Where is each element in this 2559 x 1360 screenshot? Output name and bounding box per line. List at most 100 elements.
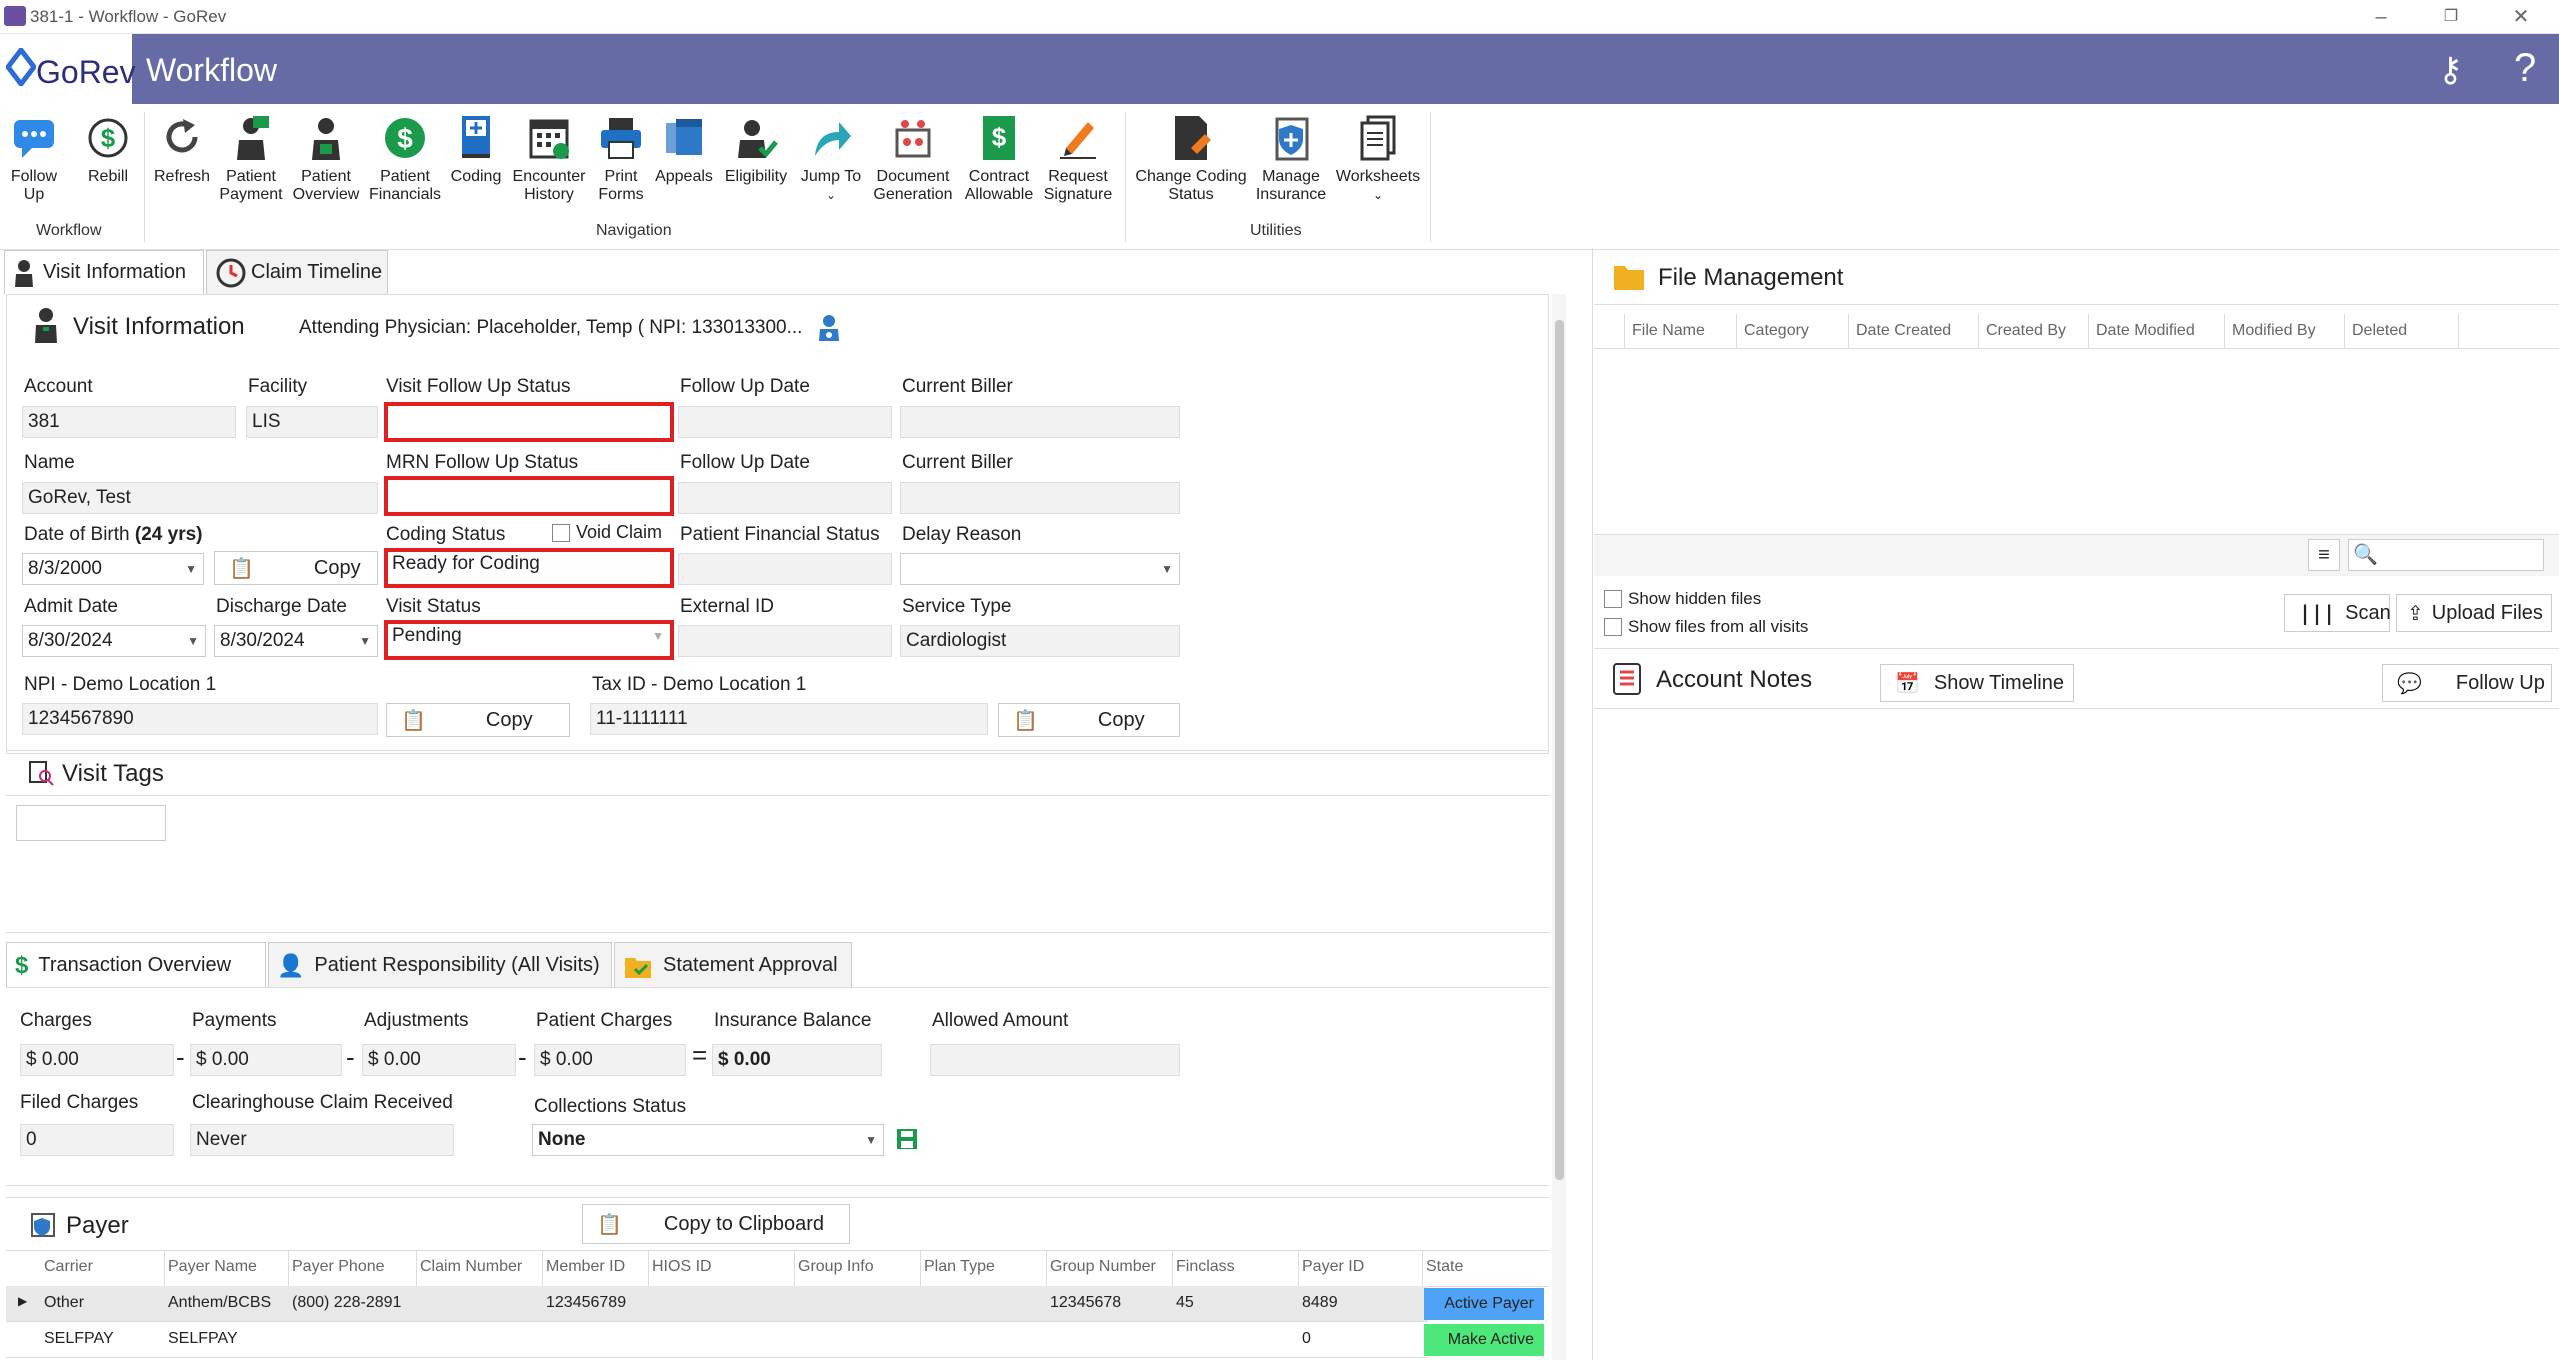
current-biller-field[interactable]	[900, 406, 1180, 438]
admit-date-field[interactable]: 8/30/2024 ▼	[22, 625, 206, 657]
print-forms-button[interactable]: Print Forms	[596, 112, 646, 204]
file-column-header[interactable]: Created By	[1986, 322, 2066, 340]
show-all-visits-checkbox[interactable]	[1604, 618, 1622, 636]
tab-statement-approval[interactable]: Statement Approval	[614, 942, 852, 988]
tab-patient-responsibility[interactable]: 👤 Patient Responsibility (All Visits)	[268, 942, 612, 988]
show-hidden-files-checkbox[interactable]	[1604, 590, 1622, 608]
file-column-header[interactable]: Deleted	[2352, 322, 2407, 340]
make-active-button[interactable]: Make Active	[1424, 1324, 1544, 1356]
column-header[interactable]: Member ID	[546, 1258, 625, 1276]
worksheets-button[interactable]: Worksheets ⌄	[1334, 112, 1422, 204]
encounter-history-button[interactable]: Encounter History	[508, 112, 590, 204]
request-signature-button[interactable]: Request Signature	[1040, 112, 1116, 204]
keys-icon[interactable]: ⚷	[2438, 50, 2463, 90]
document-generation-button[interactable]: Document Generation	[872, 112, 954, 204]
file-search-input[interactable]: 🔍	[2348, 539, 2544, 571]
ribbon-separator	[144, 112, 145, 242]
show-timeline-button[interactable]: 📅 Show Timeline	[1880, 664, 2074, 702]
tab-transaction-overview[interactable]: $ Transaction Overview	[6, 942, 266, 988]
scrollbar-thumb[interactable]	[1555, 320, 1564, 1180]
minus-operator: -	[346, 1042, 355, 1072]
help-icon[interactable]: ?	[2514, 48, 2536, 88]
visit-status-field[interactable]: Pending ▼	[384, 620, 674, 660]
service-type-field[interactable]: Cardiologist	[900, 625, 1180, 657]
account-field[interactable]: 381	[22, 406, 236, 438]
patient-overview-icon	[312, 118, 340, 160]
rebill-icon: $	[88, 118, 128, 158]
appeals-button[interactable]: Appeals	[652, 112, 716, 186]
copy-to-clipboard-button[interactable]: 📋 Copy to Clipboard	[582, 1204, 850, 1244]
tab-visit-information[interactable]: Visit Information	[4, 250, 204, 294]
row-expander-icon[interactable]: ▶	[18, 1294, 27, 1308]
column-header[interactable]: Payer Phone	[292, 1258, 385, 1276]
delay-reason-dropdown[interactable]: ▼	[900, 553, 1180, 585]
column-header[interactable]: Carrier	[44, 1258, 93, 1276]
physician-icon[interactable]	[817, 313, 841, 341]
external-id-field[interactable]	[678, 625, 892, 657]
rebill-button[interactable]: $ Rebill	[80, 112, 136, 186]
column-header[interactable]: HIOS ID	[652, 1258, 712, 1276]
copy-to-clipboard-label: Copy to Clipboard	[663, 1212, 824, 1235]
folder-check-icon	[625, 957, 651, 978]
worksheets-icon	[1360, 115, 1396, 161]
column-header[interactable]: Plan Type	[924, 1258, 995, 1276]
tax-id-field[interactable]: 11-1111111	[590, 703, 988, 735]
menu-icon[interactable]: ≡	[2308, 539, 2340, 571]
collections-status-dropdown[interactable]: None ▼	[532, 1124, 884, 1156]
left-pane-scrollbar[interactable]	[1552, 294, 1566, 1360]
tax-id-copy-button[interactable]: 📋 Copy	[998, 703, 1180, 737]
dob-field[interactable]: 8/3/2000 ▼	[22, 553, 204, 585]
coding-status-field[interactable]: Ready for Coding	[384, 548, 674, 588]
discharge-date-field[interactable]: 8/30/2024 ▼	[214, 625, 378, 657]
npi-copy-button[interactable]: 📋 Copy	[386, 703, 570, 737]
follow-up-date-field[interactable]	[678, 406, 892, 438]
eligibility-button[interactable]: Eligibility	[718, 112, 794, 186]
mrn-follow-up-date-field[interactable]	[678, 482, 892, 514]
minimize-icon[interactable]: –	[2366, 4, 2396, 30]
patient-financials-button[interactable]: $ Patient Financials	[368, 112, 442, 204]
mrn-current-biller-field[interactable]	[900, 482, 1180, 514]
jump-to-button[interactable]: Jump To ⌄	[796, 112, 866, 204]
patient-icon: 👤	[277, 952, 305, 978]
column-header[interactable]: Finclass	[1176, 1258, 1235, 1276]
column-header[interactable]: State	[1426, 1258, 1463, 1276]
column-header[interactable]: Claim Number	[420, 1258, 522, 1276]
patient-overview-button[interactable]: Patient Overview	[290, 112, 362, 204]
facility-field[interactable]: LIS	[246, 406, 378, 438]
restore-icon[interactable]: ❐	[2436, 4, 2466, 30]
name-field[interactable]: GoRev, Test	[22, 482, 378, 514]
column-header[interactable]: Group Number	[1050, 1258, 1156, 1276]
gorev-logo: GoRev	[0, 34, 136, 104]
change-coding-status-button[interactable]: Change Coding Status	[1132, 112, 1250, 204]
visit-tags-input[interactable]	[16, 805, 166, 841]
void-claim-label: Void Claim	[576, 522, 663, 542]
column-header[interactable]: Payer ID	[1302, 1258, 1364, 1276]
file-column-header[interactable]: File Name	[1632, 322, 1705, 340]
column-header[interactable]: Group Info	[798, 1258, 874, 1276]
scan-button[interactable]: ||| Scan	[2284, 594, 2391, 632]
dob-copy-button[interactable]: 📋 Copy	[214, 551, 378, 585]
close-icon[interactable]: ✕	[2506, 4, 2536, 30]
patient-payment-button[interactable]: Patient Payment	[218, 112, 284, 204]
refresh-button[interactable]: Refresh	[152, 112, 212, 186]
column-header[interactable]: Payer Name	[168, 1258, 257, 1276]
void-claim-checkbox[interactable]	[552, 524, 570, 542]
mrn-follow-up-status-field[interactable]	[384, 476, 674, 516]
file-column-header[interactable]: Category	[1744, 322, 1809, 340]
tab-claim-timeline[interactable]: Claim Timeline	[206, 250, 388, 294]
file-column-header[interactable]: Modified By	[2232, 322, 2316, 340]
save-icon[interactable]	[896, 1128, 918, 1150]
follow-up-button[interactable]: Follow Up	[6, 112, 62, 204]
external-id-label: External ID	[680, 596, 774, 617]
contract-allowable-button[interactable]: $ Contract Allowable	[960, 112, 1038, 204]
upload-files-button[interactable]: ⇪ Upload Files	[2396, 594, 2552, 632]
manage-insurance-button[interactable]: Manage Insurance	[1250, 112, 1332, 204]
coding-button[interactable]: Coding	[448, 112, 504, 186]
svg-text:$: $	[101, 123, 116, 153]
npi-field[interactable]: 1234567890	[22, 703, 378, 735]
notes-follow-up-button[interactable]: 💬 Follow Up	[2382, 664, 2552, 702]
file-column-header[interactable]: Date Created	[1856, 322, 1951, 340]
patient-financial-status-field[interactable]	[678, 553, 892, 585]
file-column-header[interactable]: Date Modified	[2096, 322, 2195, 340]
visit-follow-up-status-field[interactable]	[384, 402, 674, 442]
